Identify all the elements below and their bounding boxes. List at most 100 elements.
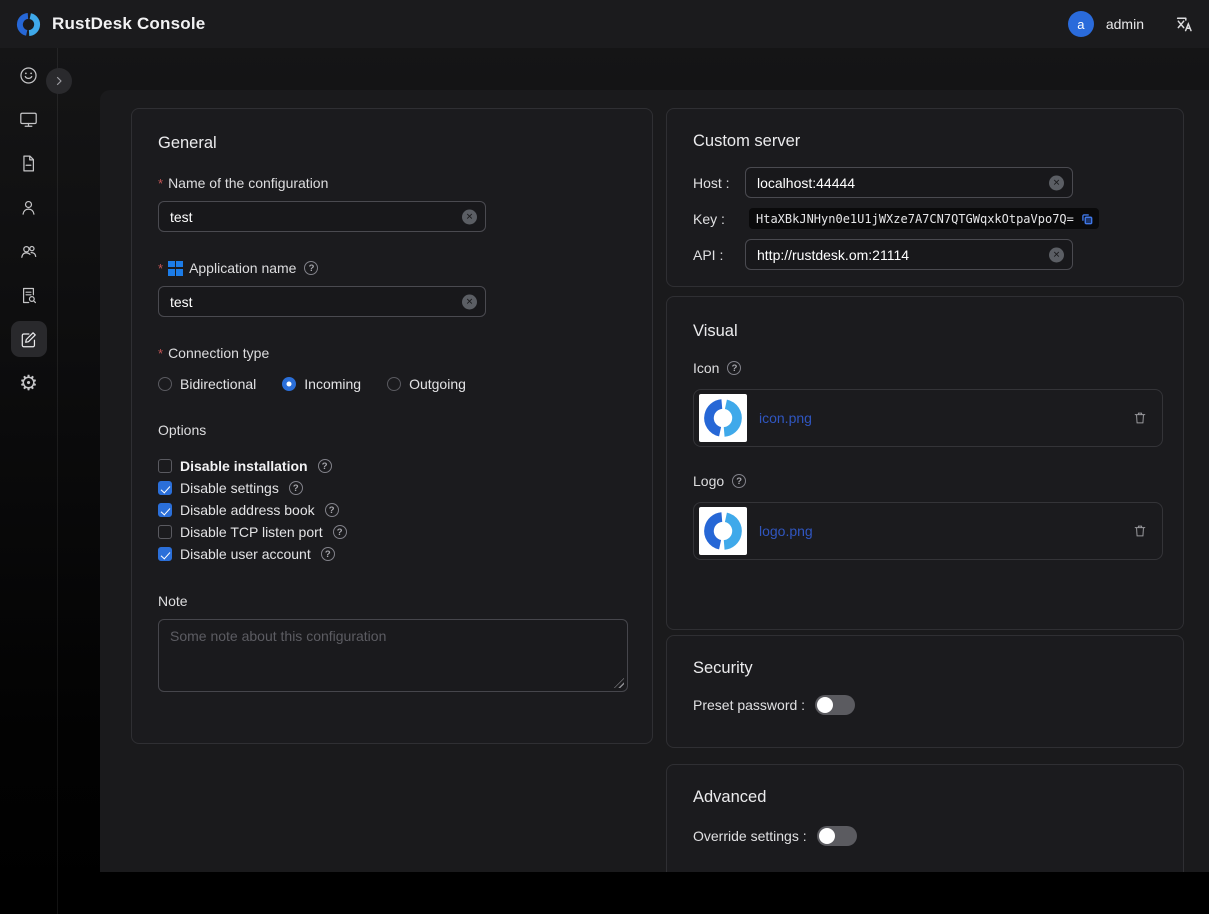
security-card: Security Preset password :	[666, 635, 1184, 748]
checkbox-disable-address-book[interactable]: Disable address book ?	[158, 499, 626, 521]
required-asterisk: *	[158, 261, 163, 276]
preset-password-toggle[interactable]	[815, 695, 855, 715]
general-card: General * Name of the configuration ✕ * …	[131, 108, 653, 744]
document-search-icon	[18, 285, 39, 306]
application-name-label: Application name	[189, 260, 296, 276]
checkbox-label: Disable installation	[180, 458, 308, 474]
delete-icon[interactable]	[1132, 410, 1148, 426]
radio-outgoing[interactable]: Outgoing	[387, 376, 466, 392]
rustdesk-logo-icon	[15, 11, 42, 38]
checkbox-disable-user-account[interactable]: Disable user account ?	[158, 543, 626, 565]
radio-bidirectional[interactable]: Bidirectional	[158, 376, 256, 392]
checkbox-box	[158, 503, 172, 517]
app-title: RustDesk Console	[52, 14, 205, 34]
user-icon	[18, 197, 39, 218]
logo-thumbnail	[699, 507, 747, 555]
options-checkbox-group: Disable installation ? Disable settings …	[158, 455, 626, 565]
radio-dot	[158, 377, 172, 391]
help-icon[interactable]: ?	[289, 481, 303, 495]
connection-type-radio-group: Bidirectional Incoming Outgoing	[158, 376, 626, 392]
icon-file-link[interactable]: icon.png	[759, 410, 812, 426]
advanced-title: Advanced	[693, 788, 1157, 807]
user-avatar[interactable]: a	[1068, 11, 1094, 37]
checkbox-box	[158, 547, 172, 561]
document-icon	[18, 153, 39, 174]
monitor-icon	[18, 109, 39, 130]
clear-input-icon[interactable]: ✕	[1049, 175, 1064, 190]
sidebar-expand-button[interactable]	[46, 68, 72, 94]
api-label: API :	[693, 247, 745, 263]
username[interactable]: admin	[1106, 16, 1144, 32]
checkbox-disable-settings[interactable]: Disable settings ?	[158, 477, 626, 499]
sidebar-item-address-books[interactable]	[11, 277, 47, 313]
help-icon[interactable]: ?	[732, 474, 746, 488]
checkbox-label: Disable address book	[180, 502, 315, 518]
required-asterisk: *	[158, 176, 163, 191]
language-switch-icon[interactable]	[1174, 14, 1194, 34]
api-input[interactable]	[745, 239, 1073, 270]
sidebar-item-custom-clients[interactable]	[11, 321, 47, 357]
sidebar-item-groups[interactable]	[11, 233, 47, 269]
sidebar-item-audit-log[interactable]	[11, 145, 47, 181]
help-icon[interactable]: ?	[304, 261, 318, 275]
topbar: RustDesk Console a admin	[0, 0, 1209, 48]
radio-dot	[282, 377, 296, 391]
main-panel: General * Name of the configuration ✕ * …	[100, 90, 1209, 872]
sidebar-item-users[interactable]	[11, 189, 47, 225]
sidebar-item-dashboard[interactable]	[11, 57, 47, 93]
required-asterisk: *	[158, 346, 163, 361]
logo-file-link[interactable]: logo.png	[759, 523, 813, 539]
general-card-title: General	[158, 134, 626, 153]
connection-type-label: Connection type	[168, 345, 269, 361]
radio-label: Incoming	[304, 376, 361, 392]
chevron-right-icon	[53, 75, 65, 87]
smiley-face-icon	[18, 65, 39, 86]
config-name-input[interactable]	[158, 201, 486, 232]
checkbox-disable-installation[interactable]: Disable installation ?	[158, 455, 626, 477]
visual-title: Visual	[693, 322, 1157, 341]
key-value: HtaXBkJNHyn0e1U1jWXze7A7CN7QTGWqxkOtpaVp…	[756, 212, 1074, 226]
note-label: Note	[158, 593, 188, 609]
help-icon[interactable]: ?	[333, 525, 347, 539]
user-group-icon	[18, 241, 39, 262]
security-title: Security	[693, 659, 1157, 678]
radio-label: Outgoing	[409, 376, 466, 392]
checkbox-label: Disable user account	[180, 546, 311, 562]
host-label: Host :	[693, 175, 745, 191]
clear-input-icon[interactable]: ✕	[1049, 247, 1064, 262]
delete-icon[interactable]	[1132, 523, 1148, 539]
brand: RustDesk Console	[15, 11, 205, 38]
workspace: ⚙ General * Name of the configuration ✕ …	[0, 48, 1209, 914]
windows-logo-icon	[168, 261, 183, 276]
help-icon[interactable]: ?	[727, 361, 741, 375]
clear-input-icon[interactable]: ✕	[462, 209, 477, 224]
advanced-card: Advanced Override settings : Default set…	[666, 764, 1184, 872]
checkbox-label: Disable TCP listen port	[180, 524, 323, 540]
icon-file-row: icon.png	[693, 389, 1163, 447]
copy-icon[interactable]	[1080, 212, 1094, 226]
preset-password-label: Preset password :	[693, 697, 805, 713]
checkbox-box	[158, 481, 172, 495]
application-name-input[interactable]	[158, 286, 486, 317]
host-input[interactable]	[745, 167, 1073, 198]
sidebar-item-settings[interactable]: ⚙	[11, 365, 47, 401]
icon-label: Icon	[693, 360, 719, 376]
clear-input-icon[interactable]: ✕	[462, 294, 477, 309]
sidebar-item-devices[interactable]	[11, 101, 47, 137]
radio-dot	[387, 377, 401, 391]
note-textarea[interactable]	[158, 619, 628, 692]
icon-thumbnail	[699, 394, 747, 442]
checkbox-disable-tcp-listen-port[interactable]: Disable TCP listen port ?	[158, 521, 626, 543]
custom-server-title: Custom server	[693, 132, 1157, 151]
help-icon[interactable]: ?	[318, 459, 332, 473]
edit-square-icon	[18, 329, 39, 350]
key-label: Key :	[693, 211, 745, 227]
override-settings-toggle[interactable]	[817, 826, 857, 846]
config-name-label: Name of the configuration	[168, 175, 328, 191]
radio-incoming[interactable]: Incoming	[282, 376, 361, 392]
checkbox-box	[158, 525, 172, 539]
custom-server-card: Custom server Host : ✕ Key : HtaXBkJNHyn…	[666, 108, 1184, 287]
help-icon[interactable]: ?	[321, 547, 335, 561]
checkbox-label: Disable settings	[180, 480, 279, 496]
help-icon[interactable]: ?	[325, 503, 339, 517]
